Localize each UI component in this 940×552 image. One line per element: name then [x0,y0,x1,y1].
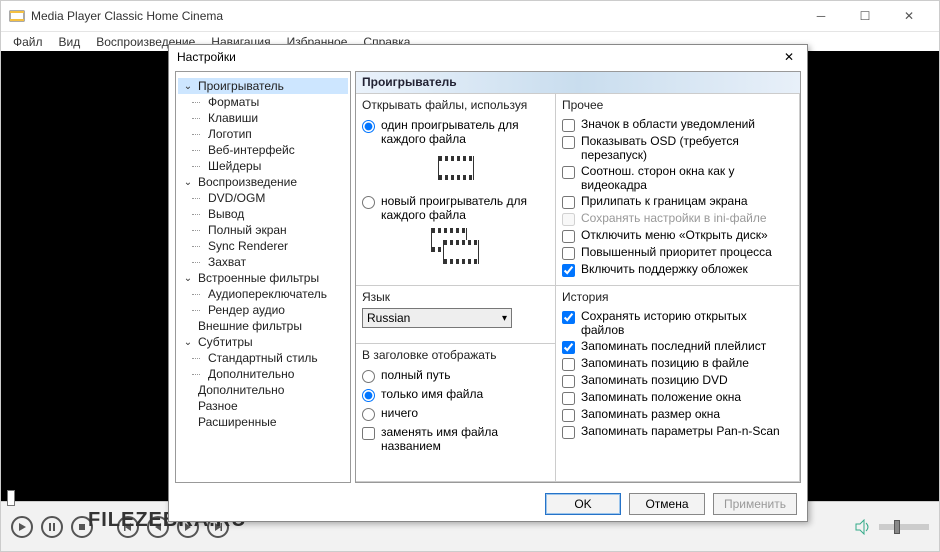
tree-item[interactable]: Внешние фильтры [178,318,348,334]
checkbox-item[interactable]: Запоминать последний плейлист [562,338,793,355]
group-history: История Сохранять историю открытых файло… [555,285,800,482]
tree-item[interactable]: Аудиопереключатель [178,286,348,302]
group-other: Прочее Значок в области уведомленийПоказ… [555,93,800,286]
checkbox-item[interactable]: Соотнош. сторон окна как у видеокадра [562,163,793,193]
group-history-title: История [562,290,793,304]
tree-item[interactable]: Расширенные [178,414,348,430]
check-replace-title[interactable]: заменять имя файла названием [362,423,549,455]
radio-new-player[interactable]: новый проигрыватель для каждого файла [362,192,549,224]
radio-full-path[interactable]: полный путь [362,366,549,385]
checkbox-item[interactable]: Значок в области уведомлений [562,116,793,133]
maximize-button[interactable]: ☐ [843,2,887,30]
group-language: Язык Russian ▾ [355,285,556,344]
tree-item[interactable]: Вывод [178,206,348,222]
app-icon [9,8,25,24]
tree-item[interactable]: Веб-интерфейс [178,142,348,158]
volume-icon[interactable] [855,519,873,535]
checkbox-item[interactable]: Запоминать позицию в файле [562,355,793,372]
ok-button[interactable]: OK [545,493,621,515]
group-open-title: Открывать файлы, используя [362,98,549,112]
checkbox-item[interactable]: Отключить меню «Открыть диск» [562,227,793,244]
tree-item[interactable]: ⌄Воспроизведение [178,174,348,190]
checkbox-item[interactable]: Запоминать параметры Pan-n-Scan [562,423,793,440]
tree-item[interactable]: Дополнительно [178,382,348,398]
checkbox-item[interactable]: Запоминать размер окна [562,406,793,423]
close-button[interactable]: ✕ [887,2,931,30]
checkbox-item: Сохранять настройки в ini-файле [562,210,793,227]
tree-item[interactable]: Рендер аудио [178,302,348,318]
radio-filename-only[interactable]: только имя файла [362,385,549,404]
group-other-title: Прочее [562,98,793,112]
group-title-display: В заголовке отображать полный путь тольк… [355,343,556,482]
apply-button[interactable]: Применить [713,493,797,515]
checkbox-item[interactable]: Сохранять историю открытых файлов [562,308,793,338]
tree-item[interactable]: Полный экран [178,222,348,238]
tree-item[interactable]: DVD/OGM [178,190,348,206]
tree-item[interactable]: Разное [178,398,348,414]
settings-tree[interactable]: ⌄ПроигрывательФорматыКлавишиЛоготипВеб-и… [175,71,351,483]
pause-button[interactable] [41,516,63,538]
checkbox-item[interactable]: Включить поддержку обложек [562,261,793,278]
checkbox-item[interactable]: Повышенный приоритет процесса [562,244,793,261]
tree-item[interactable]: Дополнительно [178,366,348,382]
tree-item[interactable]: ⌄Проигрыватель [178,78,348,94]
window-title: Media Player Classic Home Cinema [31,9,799,23]
film-icon-double [431,228,481,268]
tree-item[interactable]: Стандартный стиль [178,350,348,366]
dialog-titlebar: Настройки ✕ [169,45,807,69]
settings-panel: Проигрыватель Открывать файлы, используя… [355,71,801,483]
tree-item[interactable]: Захват [178,254,348,270]
tree-item[interactable]: Клавиши [178,110,348,126]
tree-item[interactable]: Форматы [178,94,348,110]
checkbox-item[interactable]: Прилипать к границам экрана [562,193,793,210]
chevron-down-icon: ▾ [502,313,507,324]
volume-slider[interactable] [879,524,929,530]
menu-file[interactable]: Файл [7,35,49,49]
dialog-title: Настройки [177,50,236,64]
play-button[interactable] [11,516,33,538]
titlebar: Media Player Classic Home Cinema ─ ☐ ✕ [1,1,939,31]
radio-nothing[interactable]: ничего [362,404,549,423]
language-value: Russian [367,311,410,325]
language-select[interactable]: Russian ▾ [362,308,512,328]
group-open-files: Открывать файлы, используя один проигрыв… [355,93,556,286]
dialog-close-button[interactable]: ✕ [779,50,799,64]
tree-item[interactable]: ⌄Встроенные фильтры [178,270,348,286]
tree-item[interactable]: Логотип [178,126,348,142]
cancel-button[interactable]: Отмена [629,493,705,515]
tree-item[interactable]: ⌄Субтитры [178,334,348,350]
group-lang-title: Язык [362,290,549,304]
radio-one-player[interactable]: один проигрыватель для каждого файла [362,116,549,148]
tree-item[interactable]: Шейдеры [178,158,348,174]
checkbox-item[interactable]: Запоминать позицию DVD [562,372,793,389]
tree-item[interactable]: Sync Renderer [178,238,348,254]
minimize-button[interactable]: ─ [799,2,843,30]
group-titledisp-title: В заголовке отображать [362,348,549,362]
panel-title: Проигрыватель [356,72,800,94]
dialog-footer: OK Отмена Применить [169,487,807,521]
checkbox-item[interactable]: Показывать OSD (требуется перезапуск) [562,133,793,163]
settings-dialog: Настройки ✕ ⌄ПроигрывательФорматыКлавиши… [168,44,808,522]
menu-view[interactable]: Вид [53,35,87,49]
film-icon-single [438,156,474,184]
checkbox-item[interactable]: Запоминать положение окна [562,389,793,406]
